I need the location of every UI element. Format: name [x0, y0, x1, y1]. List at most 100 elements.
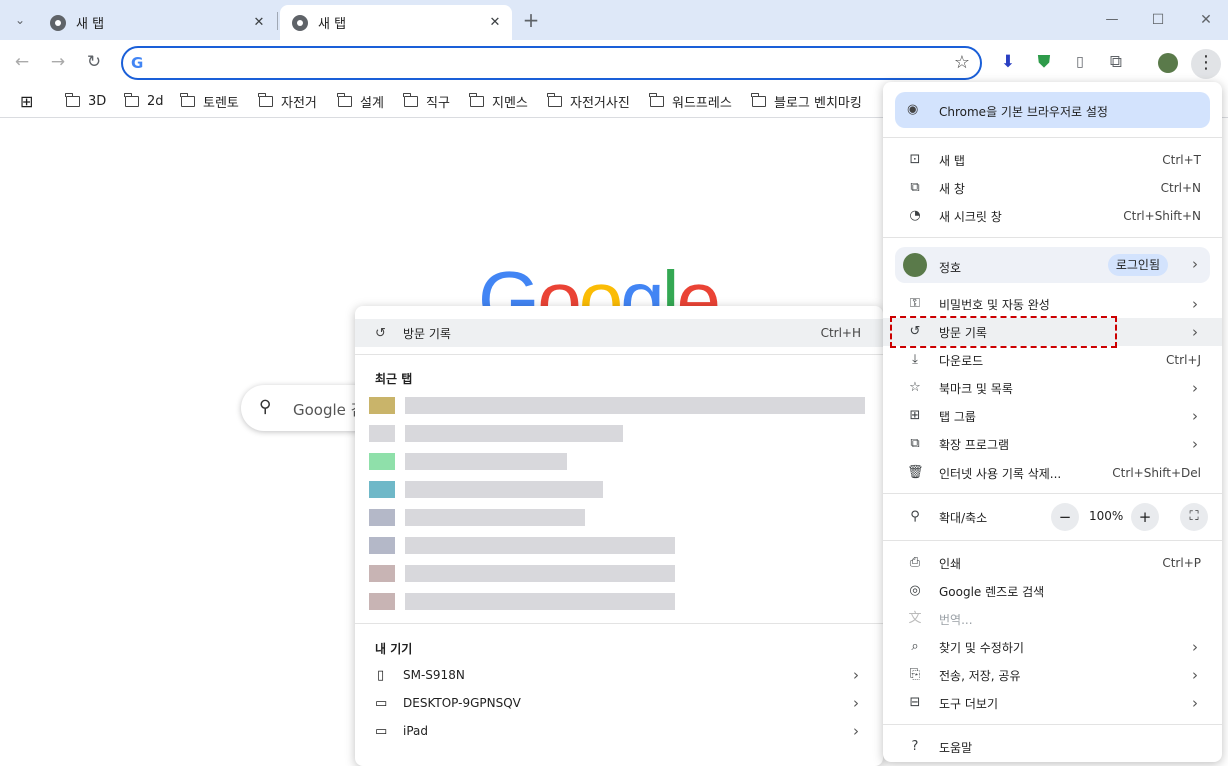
default-browser-button[interactable]: ◉ Chrome을 기본 브라우저로 설정 [895, 92, 1210, 128]
device-item[interactable]: ▭ iPad › [355, 717, 883, 745]
menu-new-window[interactable]: ⧉ 새 창 Ctrl+N [883, 174, 1222, 202]
history-icon: ↺ [375, 325, 386, 341]
menu-label: 비밀번호 및 자동 완성 [939, 297, 1050, 312]
tab-separator [277, 12, 278, 30]
bookmark-folder[interactable]: 블로그 벤치마킹 [751, 92, 862, 111]
bookmark-folder[interactable]: 2d [124, 92, 164, 110]
download-icon: ⤓ [912, 352, 918, 367]
new-tab-plus-button[interactable]: + [517, 6, 545, 34]
divider [883, 237, 1222, 238]
recent-tab-item[interactable] [355, 587, 883, 615]
menu-clear-data[interactable]: 🗑 인터넷 사용 기록 삭제... Ctrl+Shift+Del [883, 459, 1222, 487]
chevron-right-icon: › [1192, 666, 1198, 684]
close-tab-icon[interactable]: ✕ [250, 14, 268, 32]
zoom-value: 100% [1089, 509, 1124, 523]
menu-extensions[interactable]: ⧉ 확장 프로그램 › [883, 430, 1222, 458]
blurred-favicon [369, 452, 395, 470]
bookmark-folder[interactable]: 직구 [403, 92, 450, 111]
extension-download-icon[interactable]: ⬇ [994, 48, 1022, 76]
tab-1[interactable]: 새 탭 ✕ [38, 5, 276, 40]
menu-help[interactable]: ? 도움말 [883, 733, 1222, 761]
menu-print[interactable]: ⎙ 인쇄 Ctrl+P [883, 549, 1222, 577]
menu-passwords[interactable]: ⚿ 비밀번호 및 자동 완성 › [883, 290, 1222, 318]
device-item[interactable]: ▭ DESKTOP-9GPNSQV › [355, 689, 883, 717]
apps-grid-icon[interactable]: ⊞ [20, 92, 33, 111]
blurred-title [405, 480, 603, 498]
tab-search-button[interactable]: ⌄ [6, 6, 34, 34]
maximize-button[interactable]: ☐ [1144, 6, 1172, 34]
menu-more-tools[interactable]: ⊟ 도구 더보기 › [883, 689, 1222, 717]
default-browser-label: Chrome을 기본 브라우저로 설정 [939, 105, 1108, 119]
bookmark-star-icon[interactable]: ☆ [954, 52, 970, 73]
menu-profile[interactable]: 정호 로그인됨 › [895, 247, 1210, 283]
menu-label: 새 창 [939, 181, 965, 196]
extension-shield-icon[interactable]: ⛊ [1030, 48, 1058, 76]
fullscreen-icon[interactable]: ⛶ [1180, 503, 1208, 531]
menu-new-tab[interactable]: ⊡ 새 탭 Ctrl+T [883, 146, 1222, 174]
chevron-right-icon: › [1192, 323, 1198, 341]
minimize-button[interactable]: — [1098, 6, 1126, 34]
bookmark-label: 자전거사진 [570, 95, 630, 111]
recent-tab-item[interactable] [355, 391, 883, 419]
recent-tab-item[interactable] [355, 419, 883, 447]
menu-find[interactable]: ⌕ 찾기 및 수정하기 › [883, 633, 1222, 661]
blurred-title [405, 536, 675, 554]
bookmark-folder[interactable]: 자전거 [258, 92, 317, 111]
chevron-right-icon: › [1192, 435, 1198, 453]
bookmark-label: 블로그 벤치마킹 [774, 95, 862, 111]
bookmark-label: 워드프레스 [672, 95, 732, 111]
omnibox[interactable]: G ☆ [121, 46, 982, 80]
menu-incognito[interactable]: ◔ 새 시크릿 창 Ctrl+Shift+N [883, 202, 1222, 230]
menu-downloads[interactable]: ⤓ 다운로드 Ctrl+J [883, 346, 1222, 374]
reload-button[interactable]: ↻ [80, 48, 108, 76]
menu-translate: 文 번역... [883, 605, 1222, 633]
extension-ghost-icon[interactable]: ▯ [1066, 48, 1094, 76]
menu-lens[interactable]: ◎ Google 렌즈로 검색 [883, 577, 1222, 605]
recent-tab-item[interactable] [355, 503, 883, 531]
close-tab-icon[interactable]: ✕ [486, 14, 504, 32]
blurred-favicon [369, 396, 395, 414]
menu-cast[interactable]: ⎘ 전송, 저장, 공유 › [883, 661, 1222, 689]
recent-tab-item[interactable] [355, 559, 883, 587]
recent-tab-item[interactable] [355, 475, 883, 503]
divider [883, 137, 1222, 138]
menu-label: 확장 프로그램 [939, 437, 1010, 452]
bookmark-folder[interactable]: 설계 [337, 92, 384, 111]
bookmark-folder[interactable]: 지멘스 [469, 92, 528, 111]
bookmark-folder[interactable]: 토렌토 [180, 92, 239, 111]
menu-shortcut: Ctrl+T [1162, 153, 1201, 167]
zoom-out-button[interactable]: − [1051, 503, 1079, 531]
divider [355, 623, 883, 624]
bookmark-folder[interactable]: 3D [65, 92, 106, 110]
zoom-in-button[interactable]: + [1131, 503, 1159, 531]
bookmark-folder[interactable]: 자전거사진 [547, 92, 630, 111]
device-name: SM-S918N [403, 668, 465, 682]
menu-label: 도움말 [939, 740, 973, 755]
profile-avatar[interactable] [1158, 53, 1178, 73]
extensions-puzzle-icon[interactable]: ⧉ [1102, 48, 1130, 76]
my-devices-heading: 내 기기 [375, 642, 413, 656]
recent-tab-item[interactable] [355, 447, 883, 475]
back-button[interactable]: ← [8, 48, 36, 76]
folder-icon [649, 92, 664, 107]
toolbox-icon: ⊟ [909, 695, 921, 710]
recent-tab-item[interactable] [355, 531, 883, 559]
blurred-title [405, 592, 675, 610]
menu-label: 찾기 및 수정하기 [939, 640, 1024, 655]
menu-label: 도구 더보기 [939, 696, 999, 711]
tab-2-active[interactable]: 새 탭 ✕ [280, 5, 512, 40]
menu-bookmarks[interactable]: ☆ 북마크 및 목록 › [883, 374, 1222, 402]
folder-icon [547, 92, 562, 107]
blurred-title [405, 424, 623, 442]
forward-button[interactable]: → [44, 48, 72, 76]
chrome-menu-button[interactable]: ⋮ [1191, 49, 1221, 79]
avatar [903, 253, 927, 277]
history-item[interactable]: ↺ 방문 기록 Ctrl+H [355, 319, 883, 347]
menu-shortcut: Ctrl+Shift+N [1123, 209, 1201, 223]
close-window-button[interactable]: ✕ [1192, 6, 1220, 34]
bookmark-folder[interactable]: 워드프레스 [649, 92, 732, 111]
device-name: DESKTOP-9GPNSQV [403, 696, 521, 710]
device-item[interactable]: ▯ SM-S918N › [355, 661, 883, 689]
menu-tab-groups[interactable]: ⊞ 탭 그룹 › [883, 402, 1222, 430]
laptop-icon: ▭ [375, 695, 388, 711]
